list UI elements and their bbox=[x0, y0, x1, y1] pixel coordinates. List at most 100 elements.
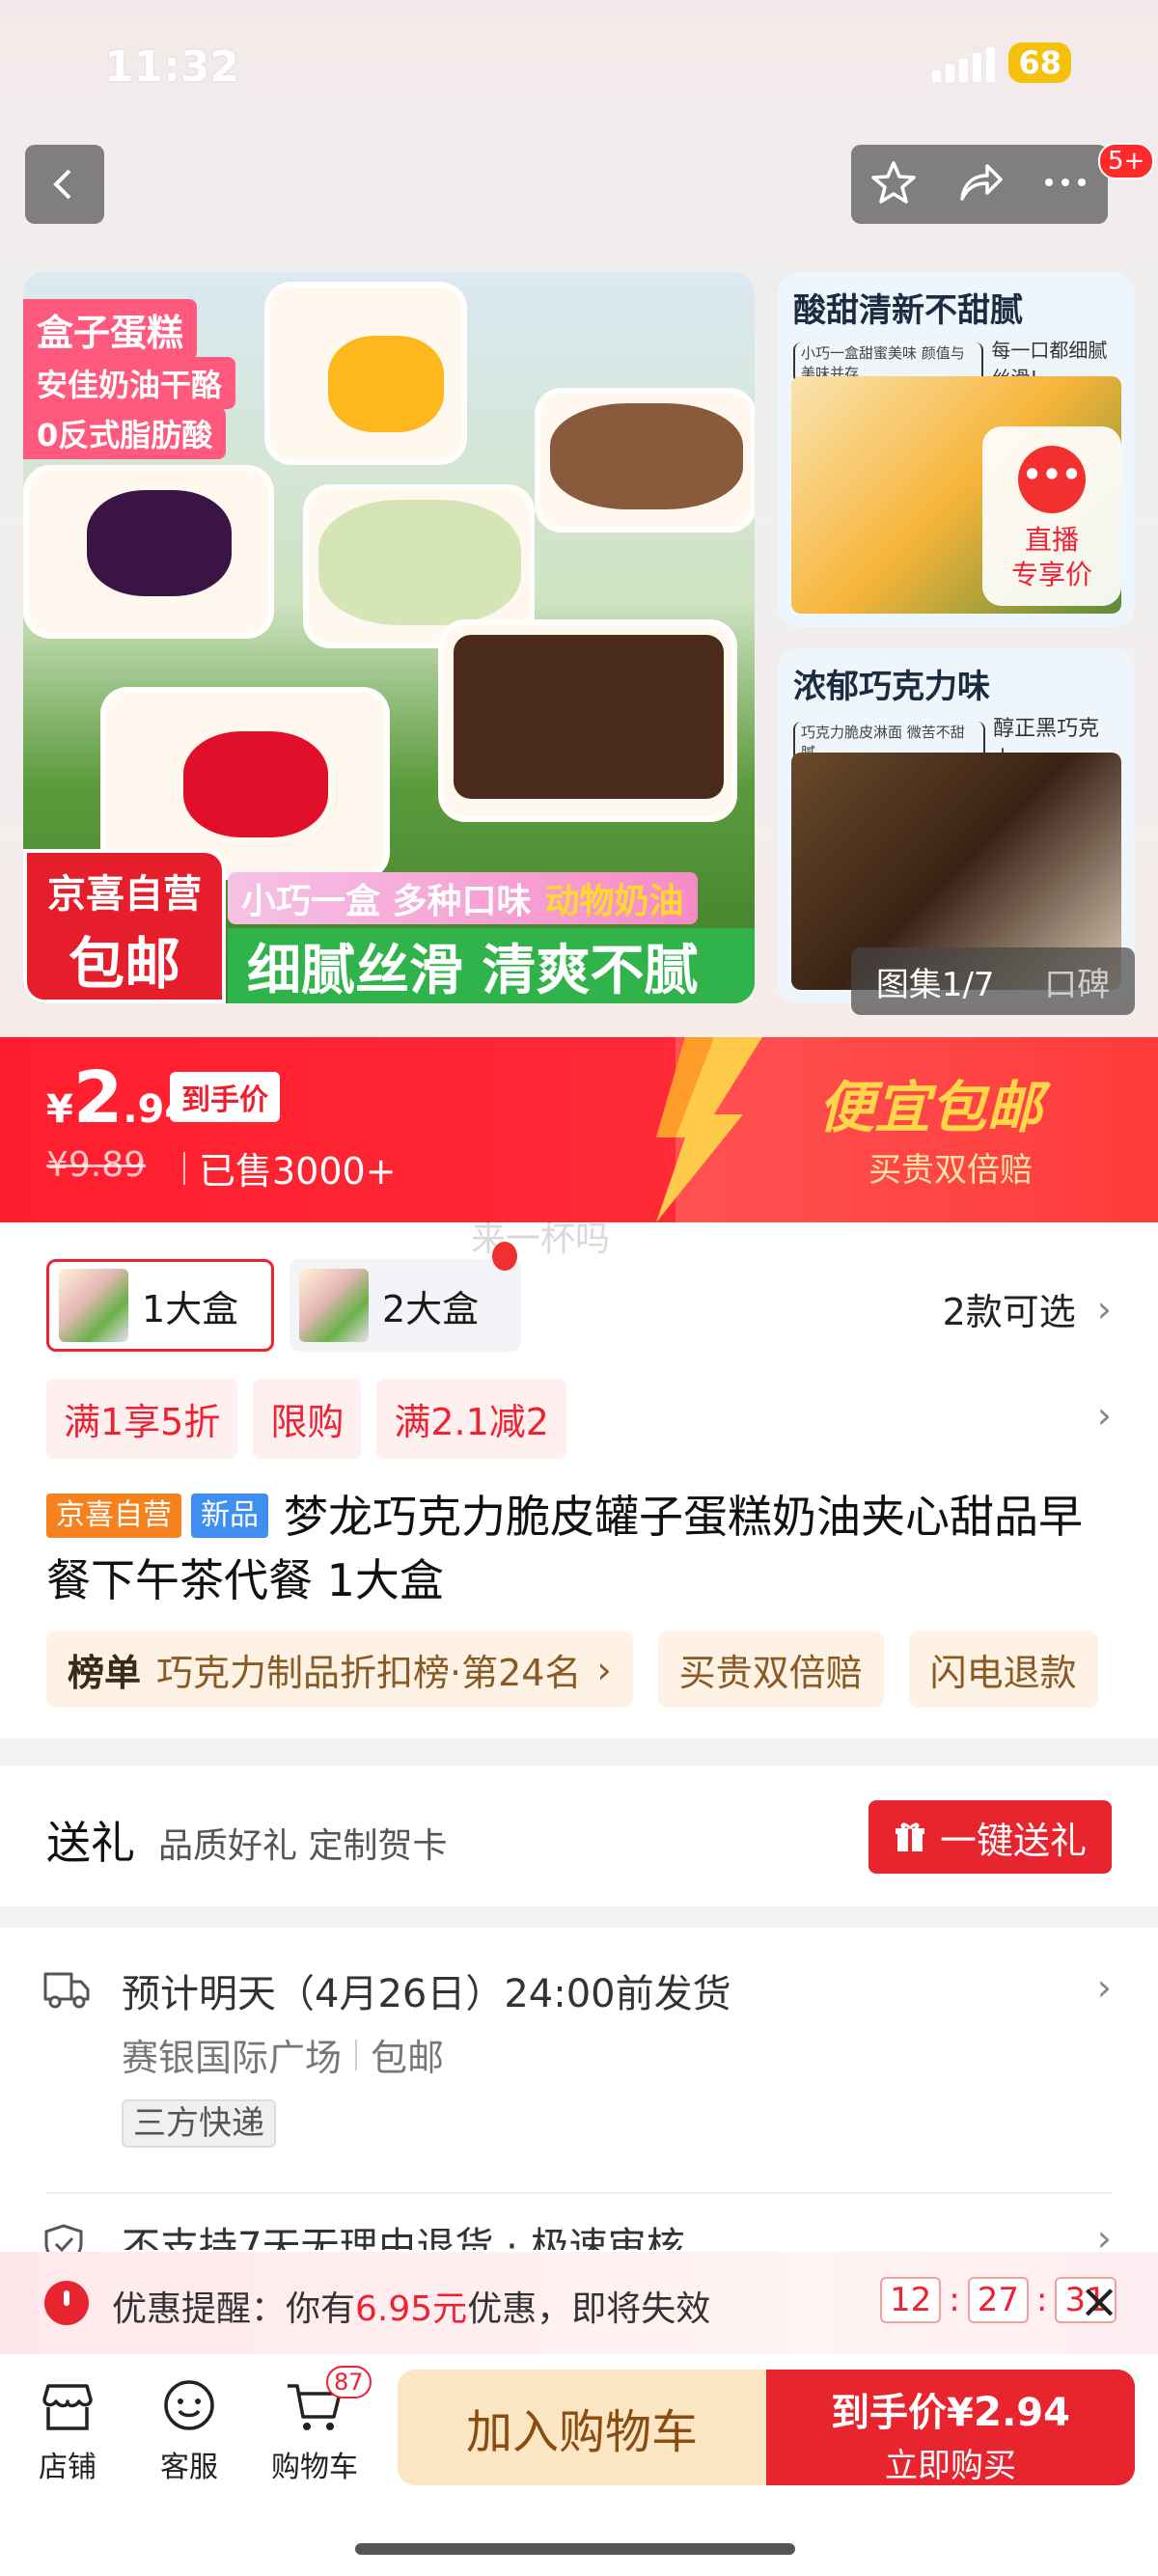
variants-selector[interactable]: 2款可选 › bbox=[943, 1282, 1112, 1335]
price-integer: 2 bbox=[72, 1056, 124, 1139]
promo-title: 便宜包邮 bbox=[818, 1075, 1043, 1140]
new-product-tag: 新品 bbox=[191, 1494, 268, 1538]
cake-cup-blueberry bbox=[23, 465, 274, 639]
promo-subtitle: 买贵双倍赔 bbox=[868, 1151, 1033, 1190]
shipping-section[interactable]: 预计明天（4月26日）24:00前发货 赛银国际广场 包邮 三方快递 › 不支持… bbox=[0, 1928, 1158, 2264]
customer-service-button[interactable]: 客服 bbox=[141, 2371, 237, 2485]
brand-box-line1: 京喜自营 bbox=[47, 872, 202, 917]
free-shipping-text: 包邮 bbox=[371, 2037, 445, 2079]
slogan-top: 小巧一盒 多种口味 动物奶油 bbox=[228, 872, 698, 924]
live-price-button[interactable]: ••• 直播 专享价 bbox=[982, 426, 1121, 606]
more-dots-icon bbox=[1045, 178, 1086, 186]
buy-price-decimal: .94 bbox=[1002, 2391, 1070, 2435]
timer-minutes: 27 bbox=[967, 2277, 1029, 2323]
close-icon[interactable]: × bbox=[1079, 2277, 1119, 2325]
send-gift-label: 一键送礼 bbox=[939, 1819, 1087, 1862]
self-operated-tag: 京喜自营 bbox=[46, 1494, 181, 1538]
cake-cup-mango bbox=[264, 282, 467, 465]
reviews-tab[interactable]: 口碑 bbox=[1044, 958, 1110, 1005]
image-tag: 盒子蛋糕 bbox=[23, 299, 198, 360]
courier-tag: 三方快递 bbox=[122, 2099, 276, 2148]
badges-row: 榜单 巧克力制品折扣榜·第24名 › 买贵双倍赔 闪电退款 bbox=[46, 1631, 1098, 1708]
return-policy: 不支持7天无理由退货 · 极速审核 bbox=[122, 2225, 685, 2250]
gallery-count-text: 图集1/7 bbox=[875, 965, 995, 1004]
slogan-bottom: 细腻丝滑 清爽不腻 bbox=[228, 928, 755, 1003]
battery-indicator: 68 bbox=[1008, 42, 1071, 83]
live-label: 直播 bbox=[1024, 524, 1079, 556]
status-time: 11:32 bbox=[104, 42, 240, 92]
header-actions bbox=[851, 145, 1108, 224]
variant-thumbnail bbox=[59, 1269, 128, 1342]
coupon-reminder[interactable]: 优惠提醒：你有6.95元优惠，即将失效 12: 27: 31 × bbox=[0, 2252, 1158, 2354]
gift-description: 品质好礼 定制贺卡 bbox=[158, 1826, 448, 1866]
product-info: 1大盒 2大盒 来一杯吗 2款可选 › 满1享5折 限购 满2.1减2 › 京喜… bbox=[0, 1219, 1158, 1739]
shop-button[interactable]: 店铺 bbox=[19, 2371, 116, 2485]
variant-option[interactable]: 2大盒 bbox=[290, 1259, 521, 1352]
divider bbox=[355, 2039, 358, 2070]
buy-price-currency: ¥ bbox=[947, 2391, 974, 2435]
back-button[interactable] bbox=[25, 145, 104, 224]
divider bbox=[183, 1151, 185, 1185]
chevron-right-icon: › bbox=[596, 1648, 612, 1691]
buy-now-label: 立即购买 bbox=[885, 2447, 1016, 2485]
buy-now-button[interactable]: 到手价¥2.94 立即购买 bbox=[766, 2370, 1135, 2485]
shop-label: 店铺 bbox=[39, 2451, 96, 2484]
guarantee-badge[interactable]: 买贵双倍赔 bbox=[657, 1631, 884, 1708]
chat-smile-icon bbox=[164, 2380, 214, 2430]
slogan-top-text: 小巧一盒 多种口味 bbox=[241, 882, 532, 921]
variants-count-text: 2款可选 bbox=[942, 1291, 1076, 1333]
gift-title: 送礼 bbox=[46, 1817, 135, 1869]
star-icon bbox=[871, 161, 916, 204]
variant-label: 1大盒 bbox=[142, 1287, 239, 1330]
variant-option-selected[interactable]: 1大盒 bbox=[46, 1259, 274, 1352]
timer-hours: 12 bbox=[880, 2277, 942, 2323]
signal-icon bbox=[932, 43, 996, 82]
ranking-text: 巧克力制品折扣榜·第24名 bbox=[156, 1652, 582, 1694]
gift-icon bbox=[895, 1822, 924, 1851]
promo-tag: 满1享5折 bbox=[46, 1379, 238, 1459]
thumbnail-title: 酸甜清新不甜腻 bbox=[793, 291, 1023, 330]
reminder-prefix: 优惠提醒：你有 bbox=[112, 2289, 356, 2329]
cart-count-badge: 87 bbox=[326, 2366, 372, 2398]
cart-label: 购物车 bbox=[271, 2451, 358, 2484]
thumbnail-title: 浓郁巧克力味 bbox=[793, 668, 990, 706]
sold-count-text: 已售3000+ bbox=[199, 1150, 397, 1192]
reminder-suffix: 优惠，即将失效 bbox=[467, 2289, 711, 2329]
divider bbox=[46, 2192, 1112, 2194]
promo-tag: 满2.1减2 bbox=[376, 1379, 566, 1459]
ranking-badge[interactable]: 榜单 巧克力制品折扣榜·第24名 › bbox=[46, 1631, 633, 1708]
add-to-cart-button[interactable]: 加入购物车 bbox=[398, 2370, 766, 2485]
chevron-right-icon[interactable]: › bbox=[1097, 1394, 1112, 1437]
currency-symbol: ¥ bbox=[46, 1087, 73, 1132]
ranking-label: 榜单 bbox=[68, 1652, 142, 1694]
jingxi-free-shipping-badge: 京喜自营 包邮 bbox=[23, 849, 226, 1003]
promotions-row[interactable]: 满1享5折 限购 满2.1减2 bbox=[46, 1379, 566, 1459]
cake-cup-chocolate bbox=[438, 619, 737, 822]
refund-badge[interactable]: 闪电退款 bbox=[908, 1631, 1098, 1708]
clock-icon bbox=[44, 2281, 89, 2325]
reminder-text: 优惠提醒：你有6.95元优惠，即将失效 bbox=[112, 2281, 710, 2331]
share-button[interactable] bbox=[954, 158, 1005, 210]
product-gallery: 11:32 68 5+ 盒子蛋糕 安佳奶油干酪 0反式脂肪酸 京喜自营 包邮 小… bbox=[0, 0, 1158, 1037]
image-tag: 安佳奶油干酪 bbox=[23, 357, 236, 409]
slogan-top-highlight: 动物奶油 bbox=[544, 882, 684, 921]
brand-box-line2: 包邮 bbox=[68, 931, 180, 997]
ship-from: 赛银国际广场 包邮 bbox=[122, 2028, 444, 2081]
truck-icon bbox=[43, 1972, 90, 2009]
cart-button[interactable]: 购物车 87 bbox=[266, 2366, 372, 2485]
buy-price: 到手价¥2.94 bbox=[766, 2381, 1135, 2437]
notification-badge: 5+ bbox=[1098, 143, 1155, 179]
home-indicator bbox=[355, 2543, 795, 2555]
gallery-counter[interactable]: 图集1/7 口碑 bbox=[851, 947, 1135, 1015]
main-product-image[interactable]: 盒子蛋糕 安佳奶油干酪 0反式脂肪酸 京喜自营 包邮 小巧一盒 多种口味 动物奶… bbox=[23, 272, 755, 1003]
reminder-amount: 6.95元 bbox=[355, 2289, 468, 2329]
ship-origin: 赛银国际广场 bbox=[122, 2037, 343, 2079]
favorite-button[interactable] bbox=[869, 158, 918, 210]
buy-price-integer: 2 bbox=[973, 2388, 1003, 2435]
send-gift-button[interactable]: 一键送礼 bbox=[868, 1800, 1112, 1874]
share-icon bbox=[960, 164, 1003, 201]
more-button[interactable] bbox=[1041, 173, 1089, 196]
chevron-right-icon: › bbox=[1096, 1966, 1112, 2009]
service-label: 客服 bbox=[160, 2451, 218, 2484]
lightning-bolt-icon bbox=[656, 1037, 762, 1222]
